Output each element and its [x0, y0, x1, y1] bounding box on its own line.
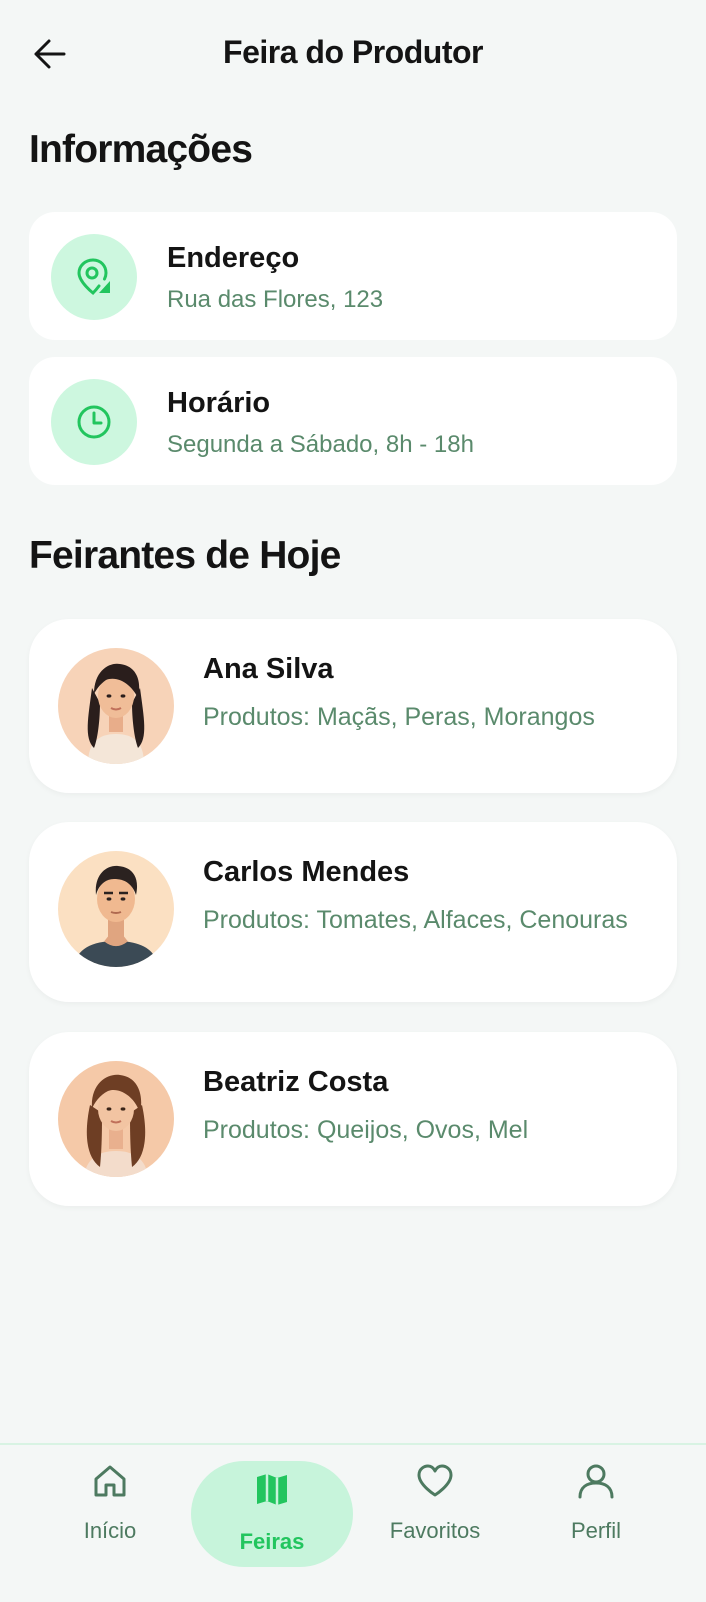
map-icon: [257, 1474, 287, 1505]
vendor-name: Carlos Mendes: [203, 856, 410, 888]
nav-label: Favoritos: [389, 1518, 481, 1543]
vendor-products: Produtos: Maçãs, Peras, Morangos: [203, 703, 595, 731]
heart-icon: [417, 1464, 453, 1497]
address-card[interactable]: Endereço Rua das Flores, 123: [29, 212, 677, 340]
address-icon-badge: [51, 234, 137, 320]
hours-icon-badge: [51, 379, 137, 465]
vendor-card[interactable]: Carlos Mendes Produtos: Tomates, Alfaces…: [29, 822, 677, 1002]
user-icon: [578, 1464, 614, 1499]
vendor-avatar-image: [58, 1061, 174, 1177]
app-header: Feira do Produtor: [0, 0, 706, 108]
nav-label: Feiras: [239, 1529, 305, 1554]
vendor-card[interactable]: Beatriz Costa Produtos: Queijos, Ovos, M…: [29, 1032, 677, 1206]
clock-icon: [77, 405, 111, 439]
info-section-title: Informações: [29, 128, 253, 171]
avatar: [58, 648, 174, 764]
avatar: [58, 851, 174, 967]
vendor-name: Beatriz Costa: [203, 1066, 389, 1098]
page-title: Feira do Produtor: [223, 34, 483, 70]
vendors-section-title: Feirantes de Hoje: [29, 534, 341, 577]
location-pin-icon: [77, 258, 110, 296]
hours-label: Horário: [167, 387, 271, 419]
bottom-navigation: Início Feiras Favoritos Perfil: [0, 1443, 706, 1602]
address-value: Rua das Flores, 123: [167, 286, 384, 313]
avatar: [58, 1061, 174, 1177]
nav-item-perfil[interactable]: Perfil: [516, 1445, 676, 1602]
nav-item-inicio[interactable]: Início: [30, 1445, 190, 1602]
nav-label: Início: [83, 1518, 137, 1543]
vendor-products: Produtos: Queijos, Ovos, Mel: [203, 1116, 529, 1144]
nav-item-favoritos[interactable]: Favoritos: [355, 1445, 515, 1602]
vendor-name: Ana Silva: [203, 653, 334, 685]
hours-card[interactable]: Horário Segunda a Sábado, 8h - 18h: [29, 357, 677, 485]
nav-item-feiras[interactable]: Feiras: [192, 1445, 352, 1602]
hours-value: Segunda a Sábado, 8h - 18h: [167, 431, 474, 458]
home-icon: [94, 1465, 126, 1497]
nav-label: Perfil: [570, 1518, 622, 1543]
vendor-avatar-image: [58, 648, 174, 764]
vendor-card[interactable]: Ana Silva Produtos: Maçãs, Peras, Morang…: [29, 619, 677, 793]
address-label: Endereço: [167, 242, 300, 274]
vendor-products: Produtos: Tomates, Alfaces, Cenouras: [203, 906, 628, 934]
vendor-avatar-image: [58, 851, 174, 967]
